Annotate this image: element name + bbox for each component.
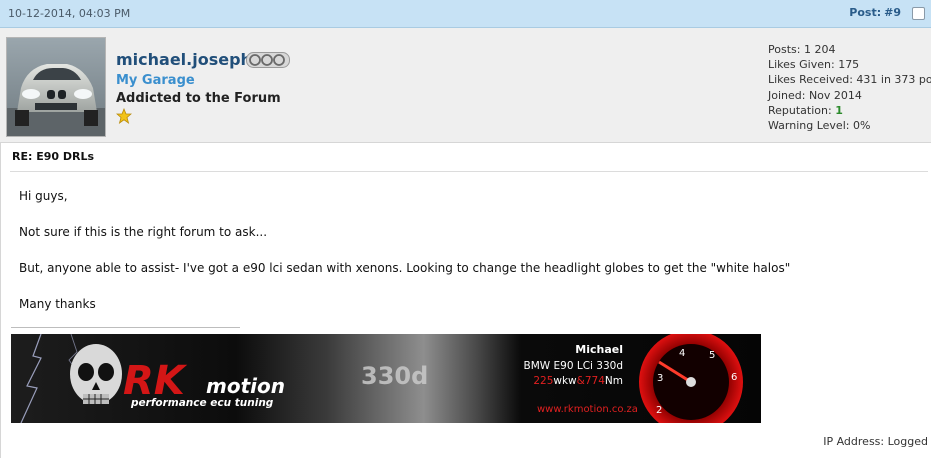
signature-divider bbox=[11, 327, 240, 328]
star-icon bbox=[115, 107, 133, 127]
ip-address: IP Address: Logged bbox=[823, 435, 928, 448]
svg-text:5: 5 bbox=[709, 350, 715, 361]
owner-name: Michael bbox=[575, 343, 623, 356]
reputation-value: 1 bbox=[835, 103, 843, 117]
banner-website: www.rkmotion.co.za bbox=[537, 404, 638, 415]
stat-warning-level: Warning Level: 0% bbox=[768, 119, 871, 133]
title-divider bbox=[10, 171, 928, 172]
svg-text:4: 4 bbox=[679, 348, 685, 359]
svg-text:2: 2 bbox=[656, 405, 662, 416]
rkmotion-banner-image: 330d RK motion performance ecu tuning Mi… bbox=[11, 330, 761, 434]
stat-posts: Posts: 1 204 bbox=[768, 43, 836, 56]
signature-banner[interactable]: 330d RK motion performance ecu tuning Mi… bbox=[11, 330, 761, 434]
my-garage-link[interactable]: My Garage bbox=[116, 73, 195, 88]
message-line: Hi guys, bbox=[19, 189, 68, 203]
post-title: RE: E90 DRLs bbox=[12, 150, 95, 163]
stat-joined: Joined: Nov 2014 bbox=[768, 88, 862, 102]
reputation-label: Reputation: bbox=[768, 103, 836, 117]
username-link[interactable]: michael.joseph bbox=[116, 50, 252, 69]
skull-logo-icon bbox=[70, 344, 122, 404]
svg-text:6: 6 bbox=[731, 372, 737, 383]
user-stats: Posts: 1 204 Likes Given: 175 Likes Rece… bbox=[768, 42, 931, 133]
badge-330d: 330d bbox=[361, 362, 428, 390]
rev-gauge-icon: 2 3 4 5 6 bbox=[639, 330, 743, 434]
svg-text:3: 3 bbox=[657, 373, 663, 384]
post-select-checkbox[interactable] bbox=[912, 7, 925, 20]
avatar[interactable] bbox=[6, 37, 106, 137]
stat-reputation: Reputation: 1 bbox=[768, 103, 931, 118]
offline-status-icon bbox=[246, 52, 290, 71]
post-header-bar: 10-12-2014, 04:03 PM Post: #9 bbox=[0, 0, 931, 28]
message-line: Many thanks bbox=[19, 297, 96, 311]
ip-label: IP Address: bbox=[823, 435, 885, 448]
post-left-border bbox=[0, 143, 1, 458]
stat-likes-received: Likes Received: 431 in 373 posts bbox=[768, 73, 931, 87]
post-number-value: #9 bbox=[884, 6, 901, 19]
brand-tagline: performance ecu tuning bbox=[130, 397, 274, 409]
stat-likes-given: Likes Given: 175 bbox=[768, 58, 860, 72]
message-line: But, anyone able to assist- I've got a e… bbox=[19, 261, 791, 275]
post-number-link[interactable]: Post: #9 bbox=[849, 6, 901, 19]
user-info-panel: michael.joseph My Garage Addicted to the… bbox=[0, 28, 931, 143]
message-line: Not sure if this is the right forum to a… bbox=[19, 225, 268, 239]
owner-car: BMW E90 LCi 330d bbox=[524, 360, 623, 372]
car-power-torque: 225wkw&774Nm bbox=[533, 375, 623, 387]
avatar-car-image bbox=[7, 38, 105, 136]
ip-value: Logged bbox=[887, 435, 928, 448]
post-number-label: Post: bbox=[849, 6, 882, 19]
brand-motion: motion bbox=[206, 374, 285, 398]
user-title: Addicted to the Forum bbox=[116, 91, 281, 106]
post-date: 10-12-2014, 04:03 PM bbox=[8, 7, 131, 20]
